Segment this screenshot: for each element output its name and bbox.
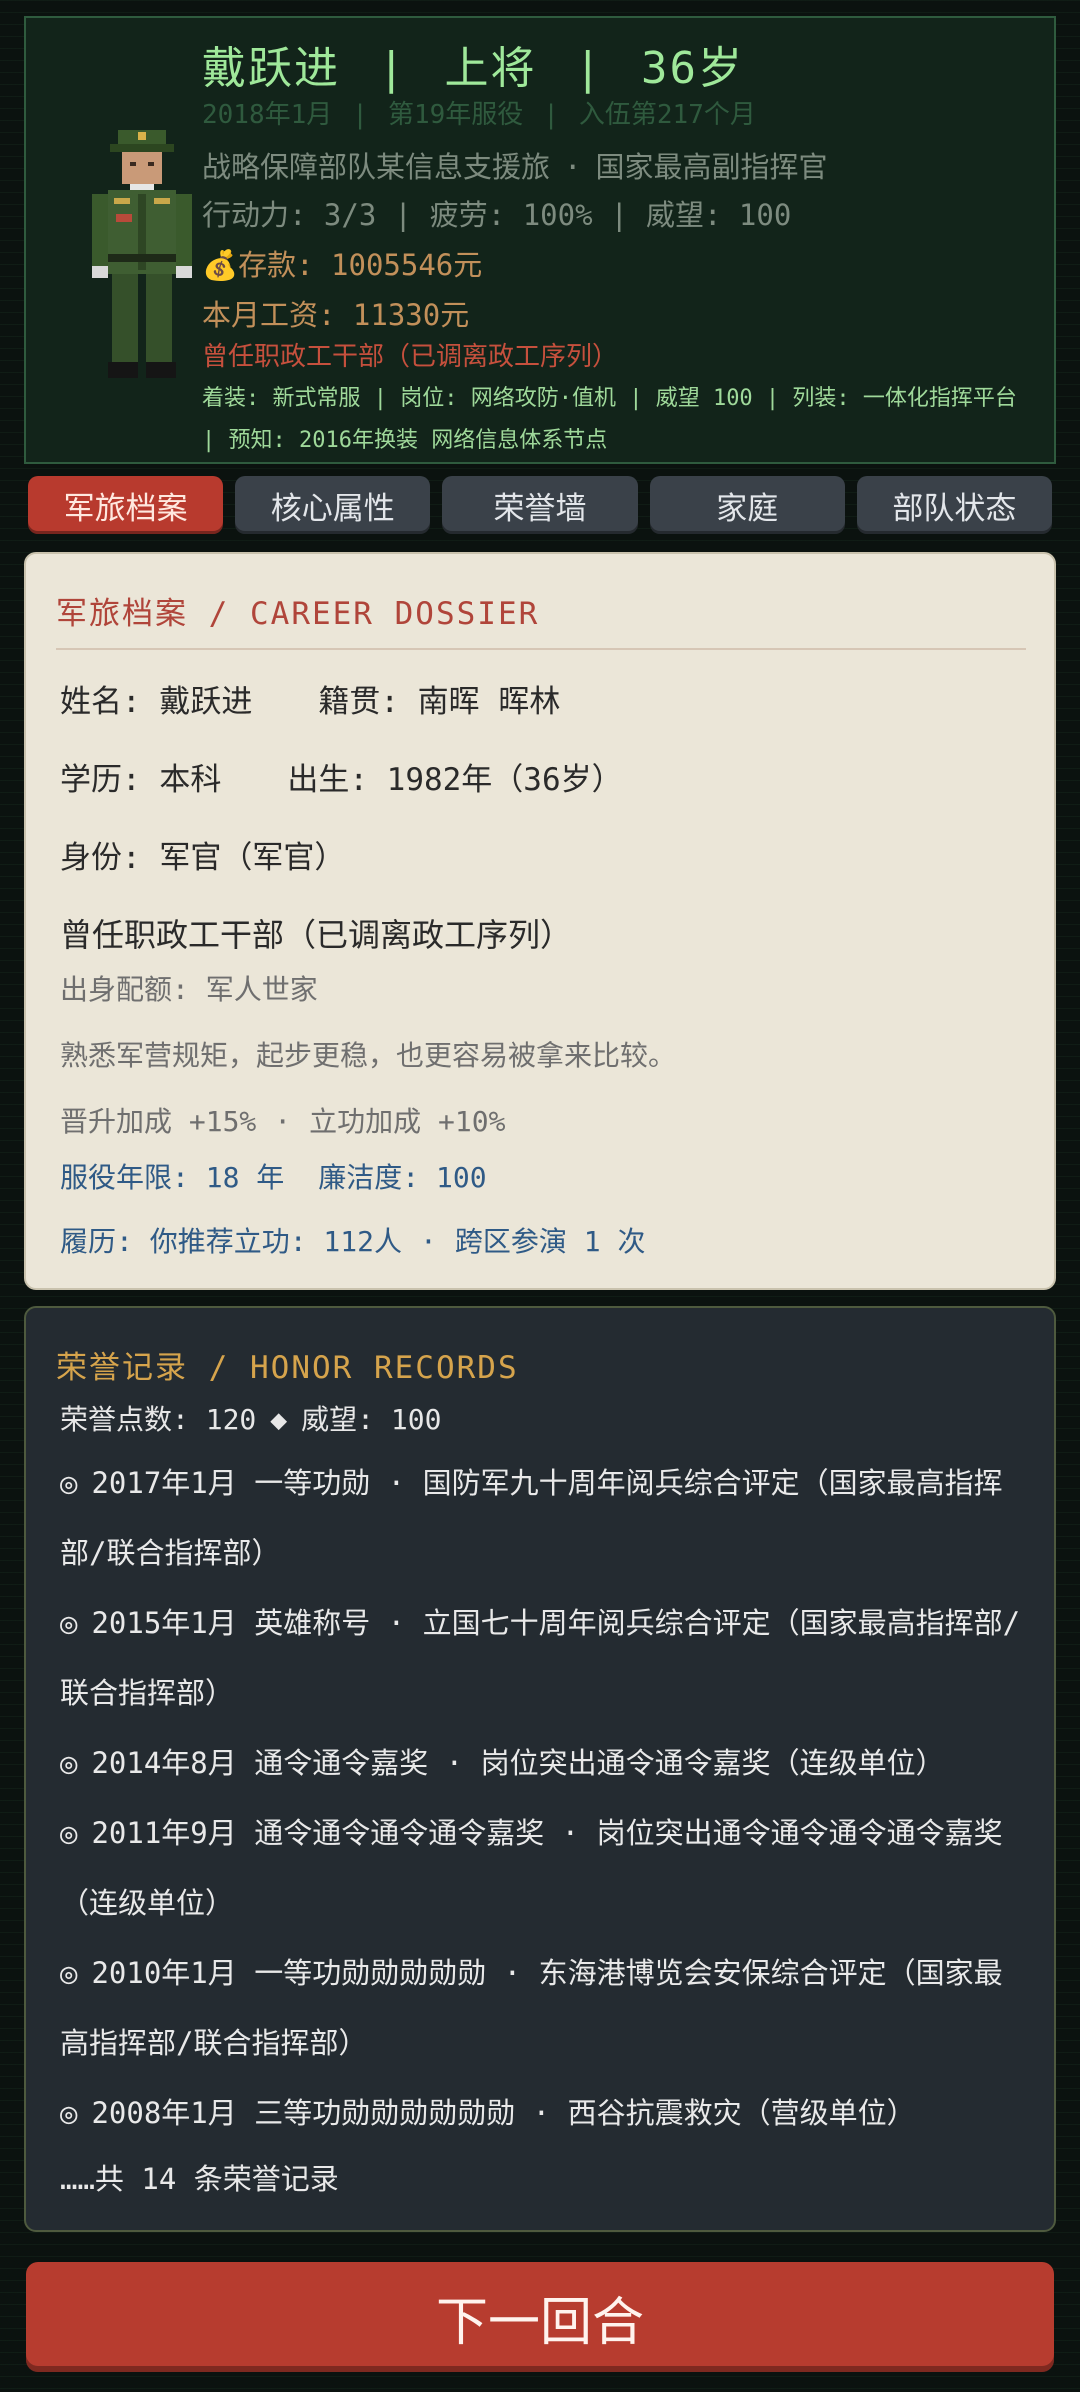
officer-title-line: 戴跃进 | 上将 | 36岁 xyxy=(202,32,744,96)
diamond-icon: ◆ xyxy=(270,1403,288,1436)
tab-honor-wall[interactable]: 荣誉墙 xyxy=(442,476,638,534)
honor-stats: 荣誉点数: 120 ◆ 威望: 100 xyxy=(60,1398,441,1438)
post-name: 国家最高副指挥官 xyxy=(595,150,828,184)
divider xyxy=(56,648,1026,650)
money-bag-icon: 💰 xyxy=(202,248,239,282)
promotion-bonus: 晋升加成 +15% xyxy=(60,1105,257,1138)
honor-item: ◎ 2017年1月 一等功勋 · 国防军九十周年阅兵综合评定（国家最高指挥部/联合… xyxy=(60,1448,1030,1588)
education-birth-row: 学历: 本科 出生: 1982年（36岁） xyxy=(60,754,623,799)
identity-field: 身份: 军官（军官） xyxy=(60,840,346,876)
separator: | xyxy=(574,43,603,94)
service-years: 服役年限: 18 年 xyxy=(60,1161,285,1194)
officer-rank: 上将 xyxy=(444,43,537,94)
service-date-line: 2018年1月 | 第19年服役 | 入伍第217个月 xyxy=(202,94,756,131)
unit-line: 战略保障部队某信息支援旅 · 国家最高副指挥官 xyxy=(202,144,828,186)
salary-line: 本月工资: 11330元 xyxy=(202,298,470,332)
target-icon: ◎ xyxy=(60,1466,78,1500)
equipment-info: 着装: 新式常服 | 岗位: 网络攻防·值机 | 威望 100 | 列装: 一体… xyxy=(202,386,1017,453)
honor-points: 荣誉点数: 120 xyxy=(60,1403,257,1436)
exercise-count: 跨区参演 1 次 xyxy=(454,1225,646,1258)
dot-separator: · xyxy=(274,1105,292,1138)
education-field: 学历: 本科 xyxy=(60,762,222,798)
target-icon: ◎ xyxy=(60,2096,78,2130)
savings-value: 存款: 1005546元 xyxy=(238,248,483,282)
current-date: 2018年1月 xyxy=(202,100,333,130)
stats-line: 行动力: 3/3 | 疲劳: 100% | 威望: 100 xyxy=(202,192,791,234)
honor-total-note: ……共 14 条荣誉记录 xyxy=(60,2162,339,2196)
tab-family[interactable]: 家庭 xyxy=(649,476,845,534)
game-screen: 戴跃进 | 上将 | 36岁 2018年1月 | 第19年服役 | 入伍第217个月 战略保障部… xyxy=(0,0,1080,2392)
background-quota: 出身配额: 军人世家 xyxy=(60,973,318,1006)
resume-recommend: 履历: 你推荐立功: 112人 xyxy=(60,1225,403,1258)
honor-text: 2017年1月 一等功勋 · 国防军九十周年阅兵综合评定（国家最高指挥部/联合指… xyxy=(60,1466,1003,1570)
unit-name: 战略保障部队某信息支援旅 xyxy=(202,150,551,184)
separator: | xyxy=(394,198,412,232)
career-dossier-card: 军旅档案 / CAREER DOSSIER 姓名: 戴跃进 籍贯: 南晖 晖林 学… xyxy=(24,552,1056,1290)
honor-list: ◎ 2017年1月 一等功勋 · 国防军九十周年阅兵综合评定（国家最高指挥部/联合… xyxy=(60,1448,1030,2148)
separator: | xyxy=(378,43,407,94)
honor-item: ◎ 2010年1月 一等功勋勋勋勋勋 · 东海港博览会安保综合评定（国家最高指挥部… xyxy=(60,1938,1030,2078)
honor-prestige: 威望: 100 xyxy=(301,1403,442,1436)
target-icon: ◎ xyxy=(60,1956,78,1990)
officer-age: 36岁 xyxy=(641,43,744,94)
honor-item: ◎ 2011年9月 通令通令通令通令嘉奖 · 岗位突出通令通令通令通令嘉奖（连级单… xyxy=(60,1798,1030,1938)
enlist-months: 入伍第217个月 xyxy=(578,100,756,130)
background-description: 熟悉军营规矩，起步更稳，也更容易被拿来比较。 xyxy=(60,1039,677,1072)
origin-field: 籍贯: 南晖 晖林 xyxy=(318,684,561,720)
separator: | xyxy=(543,100,559,130)
target-icon: ◎ xyxy=(60,1746,78,1780)
honor-text: 2008年1月 三等功勋勋勋勋勋勋 · 西谷抗震救灾（营级单位） xyxy=(91,2096,916,2130)
merit-bonus: 立功加成 +10% xyxy=(309,1105,506,1138)
name-field: 姓名: 戴跃进 xyxy=(60,684,253,720)
honor-records-card: 荣誉记录 / HONOR RECORDS 荣誉点数: 120 ◆ 威望: 100 ◎… xyxy=(24,1306,1056,2232)
former-post: 曾任职政工干部（已调离政工序列） xyxy=(60,916,573,954)
target-icon: ◎ xyxy=(60,1816,78,1850)
honor-item: ◎ 2015年1月 英雄称号 · 立国七十周年阅兵综合评定（国家最高指挥部/联合指… xyxy=(60,1588,1030,1728)
dot-separator: · xyxy=(420,1225,437,1258)
action-points: 行动力: 3/3 xyxy=(202,198,377,232)
fatigue: 疲劳: 100% xyxy=(429,198,593,232)
former-post-note: 曾任职政工干部（已调离政工序列） xyxy=(202,342,619,372)
honor-text: 2015年1月 英雄称号 · 立国七十周年阅兵综合评定（国家最高指挥部/联合指挥… xyxy=(60,1606,1021,1710)
separator: | xyxy=(352,100,368,130)
tab-career-dossier[interactable]: 军旅档案 xyxy=(28,476,224,534)
resume-line: 履历: 你推荐立功: 112人 · 跨区参演 1 次 xyxy=(60,1220,645,1260)
officer-header-card: 戴跃进 | 上将 | 36岁 2018年1月 | 第19年服役 | 入伍第217个月 战略保障部… xyxy=(24,16,1056,464)
tab-unit-status[interactable]: 部队状态 xyxy=(856,476,1053,534)
next-turn-button[interactable]: 下一回合 xyxy=(26,2262,1054,2372)
dossier-heading: 军旅档案 / CAREER DOSSIER xyxy=(56,596,540,632)
integrity: 廉洁度: 100 xyxy=(318,1161,487,1194)
honor-item: ◎ 2014年8月 通令通令嘉奖 · 岗位突出通令通令嘉奖（连级单位） xyxy=(60,1728,1030,1798)
target-icon: ◎ xyxy=(60,1606,78,1640)
separator: | xyxy=(610,198,629,232)
officer-portrait xyxy=(92,130,192,378)
officer-name: 戴跃进 xyxy=(202,43,340,94)
prestige: 威望: 100 xyxy=(646,198,792,232)
savings-line: 💰存款: 1005546元 xyxy=(202,242,482,284)
honor-text: 2010年1月 一等功勋勋勋勋勋 · 东海港博览会安保综合评定（国家最高指挥部/… xyxy=(60,1956,1003,2060)
tab-bar: 军旅档案 核心属性 荣誉墙 家庭 部队状态 xyxy=(28,476,1053,534)
service-year: 第19年服役 xyxy=(387,100,524,130)
honor-heading: 荣誉记录 / HONOR RECORDS xyxy=(56,1350,519,1386)
birth-field: 出生: 1982年（36岁） xyxy=(287,762,623,798)
name-origin-row: 姓名: 戴跃进 籍贯: 南晖 晖林 xyxy=(60,676,560,721)
service-integrity-line: 服役年限: 18 年廉洁度: 100 xyxy=(60,1156,487,1196)
tab-core-attributes[interactable]: 核心属性 xyxy=(235,476,431,534)
honor-text: 2011年9月 通令通令通令通令嘉奖 · 岗位突出通令通令通令通令嘉奖（连级单位… xyxy=(60,1816,1003,1920)
honor-item: ◎ 2008年1月 三等功勋勋勋勋勋勋 · 西谷抗震救灾（营级单位） xyxy=(60,2078,1030,2148)
honor-text: 2014年8月 通令通令嘉奖 · 岗位突出通令通令嘉奖（连级单位） xyxy=(91,1746,945,1780)
dot-separator: · xyxy=(564,150,582,184)
bonus-line: 晋升加成 +15% · 立功加成 +10% xyxy=(60,1100,505,1140)
